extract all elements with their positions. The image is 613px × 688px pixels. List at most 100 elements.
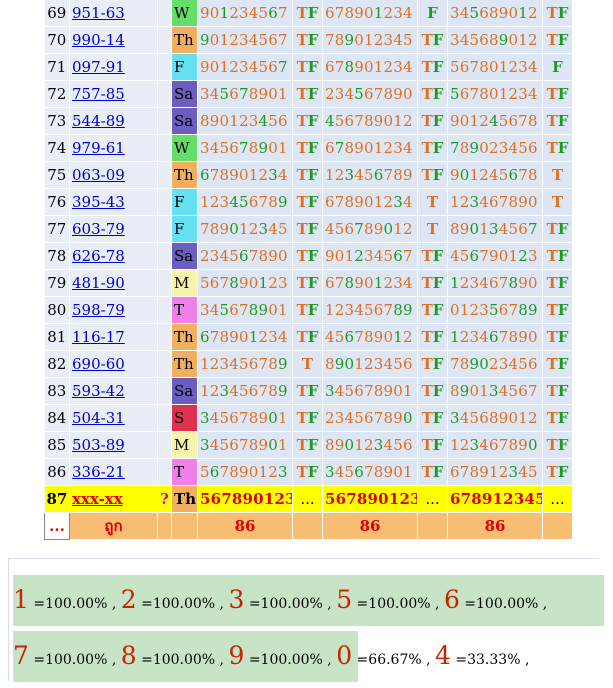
digit: 9 bbox=[239, 274, 249, 292]
digit-set: 789023456 bbox=[447, 134, 543, 162]
row-code[interactable]: 395-43 bbox=[72, 193, 125, 211]
row-spacer bbox=[157, 350, 172, 378]
digit-set: 456789012 bbox=[322, 215, 418, 243]
status-cell: TF bbox=[292, 215, 323, 243]
row-code[interactable]: 116-17 bbox=[72, 328, 125, 346]
digit: 3 bbox=[518, 58, 528, 76]
table-row: 84 504-31 S 345678901 TF 234567890 TF 345689012… bbox=[44, 404, 573, 432]
status-cell: T bbox=[542, 161, 573, 189]
digit: 1 bbox=[364, 31, 374, 49]
row-code-link[interactable]: 979-61 bbox=[69, 134, 158, 162]
digit-set: 901245678 bbox=[447, 107, 543, 135]
row-code-link[interactable]: 481-90 bbox=[69, 269, 158, 297]
digit: 1 bbox=[278, 409, 288, 427]
row-code[interactable]: 503-89 bbox=[72, 436, 125, 454]
digit-set: 901234567 bbox=[322, 242, 418, 270]
status-cell: TF bbox=[292, 107, 323, 135]
stat-percent: =100.00% , bbox=[352, 596, 444, 612]
digit: 1 bbox=[219, 31, 230, 49]
digit: 7 bbox=[450, 139, 460, 157]
digit: 9 bbox=[258, 85, 269, 103]
digit: 7 bbox=[278, 58, 288, 76]
row-code[interactable]: 504-31 bbox=[72, 409, 125, 427]
row-code[interactable]: 593-42 bbox=[72, 382, 125, 400]
row-code[interactable]: 063-09 bbox=[72, 166, 125, 184]
row-code[interactable]: 336-21 bbox=[72, 463, 125, 481]
row-code-link[interactable]: 097-91 bbox=[69, 53, 158, 81]
status-cell: TF bbox=[292, 431, 323, 459]
digit: 4 bbox=[209, 436, 220, 454]
row-code-link[interactable]: 544-89 bbox=[69, 107, 158, 135]
status-cell: TF bbox=[542, 26, 573, 54]
digit: 1 bbox=[229, 112, 239, 130]
row-number: 84 bbox=[44, 404, 70, 432]
status-t: T bbox=[421, 463, 433, 481]
row-code[interactable]: 603-79 bbox=[72, 220, 125, 238]
row-code-link[interactable]: xxx-xx bbox=[69, 485, 158, 513]
digit: 6 bbox=[403, 436, 413, 454]
digit: 9 bbox=[334, 355, 345, 373]
row-code-link[interactable]: 395-43 bbox=[69, 188, 158, 216]
status-f: F bbox=[307, 85, 319, 103]
digit: 6 bbox=[479, 409, 489, 427]
row-code[interactable]: 097-91 bbox=[72, 58, 125, 76]
row-code-link[interactable]: 336-21 bbox=[69, 458, 158, 486]
row-code[interactable]: 544-89 bbox=[72, 112, 125, 130]
digit: 9 bbox=[518, 193, 528, 211]
stat-digit: 6 bbox=[443, 585, 460, 614]
digit: 1 bbox=[518, 31, 528, 49]
digit: 7 bbox=[209, 328, 220, 346]
row-code[interactable]: 990-14 bbox=[72, 31, 125, 49]
digit: 8 bbox=[219, 166, 230, 184]
digit: 9 bbox=[344, 31, 355, 49]
digit: 5 bbox=[393, 355, 403, 373]
digit: 0 bbox=[498, 247, 509, 265]
status-cell: TF bbox=[417, 404, 448, 432]
row-code-link[interactable]: 503-89 bbox=[69, 431, 158, 459]
digit: 6 bbox=[229, 139, 239, 157]
digit: 3 bbox=[393, 274, 403, 292]
digit: 3 bbox=[383, 31, 394, 49]
digit: 6 bbox=[403, 355, 413, 373]
row-code[interactable]: 690-60 bbox=[72, 355, 125, 373]
status-t: T bbox=[296, 85, 308, 103]
row-code[interactable]: 598-79 bbox=[72, 301, 125, 319]
digit: 4 bbox=[403, 274, 413, 292]
digit: 8 bbox=[200, 112, 210, 130]
digit: 9 bbox=[518, 274, 528, 292]
row-code[interactable]: xxx-xx bbox=[72, 490, 123, 508]
row-code-link[interactable]: 504-31 bbox=[69, 404, 158, 432]
row-code[interactable]: 481-90 bbox=[72, 274, 125, 292]
digit: 3 bbox=[489, 220, 499, 238]
row-number: 78 bbox=[44, 242, 70, 270]
digit: 8 bbox=[373, 463, 384, 481]
digit: 2 bbox=[325, 409, 335, 427]
row-code[interactable]: 626-78 bbox=[72, 247, 125, 265]
row-code-link[interactable]: 598-79 bbox=[69, 296, 158, 324]
row-code[interactable]: 951-63 bbox=[72, 4, 125, 22]
row-code-link[interactable]: 757-85 bbox=[69, 80, 158, 108]
digit: 5 bbox=[200, 274, 210, 292]
row-code[interactable]: 979-61 bbox=[72, 139, 125, 157]
row-code-link[interactable]: 593-42 bbox=[69, 377, 158, 405]
status-t: T bbox=[546, 139, 558, 157]
row-number: 71 bbox=[44, 53, 70, 81]
row-code-link[interactable]: 063-09 bbox=[69, 161, 158, 189]
status-t: T bbox=[546, 436, 558, 454]
row-code-link[interactable]: 951-63 bbox=[69, 0, 158, 27]
digit: 8 bbox=[229, 274, 239, 292]
row-code-link[interactable]: 690-60 bbox=[69, 350, 158, 378]
status-f: F bbox=[432, 274, 444, 292]
row-code-link[interactable]: 603-79 bbox=[69, 215, 158, 243]
digit: 0 bbox=[248, 463, 259, 481]
status-f: F bbox=[307, 166, 319, 184]
row-code[interactable]: 757-85 bbox=[72, 85, 125, 103]
row-code-link[interactable]: 990-14 bbox=[69, 26, 158, 54]
digit: 3 bbox=[325, 382, 335, 400]
row-code-link[interactable]: 626-78 bbox=[69, 242, 158, 270]
row-spacer bbox=[157, 323, 172, 351]
digit: 1 bbox=[373, 58, 384, 76]
row-code-link[interactable]: 116-17 bbox=[69, 323, 158, 351]
digit: 6 bbox=[200, 166, 210, 184]
status-cell: TF bbox=[542, 404, 573, 432]
